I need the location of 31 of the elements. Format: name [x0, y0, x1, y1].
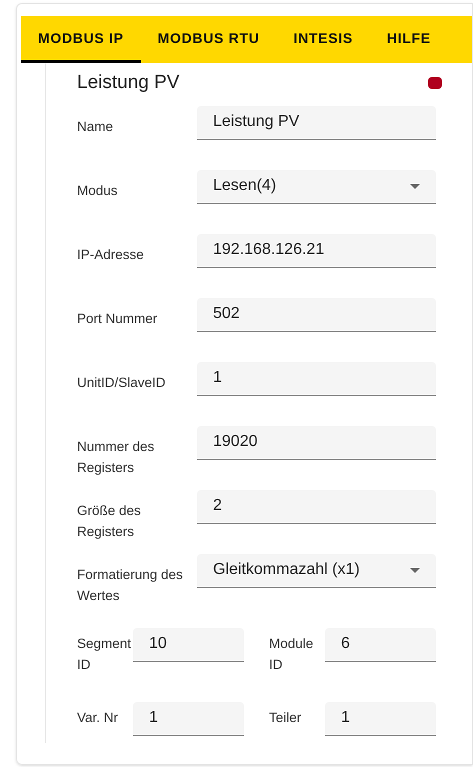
input-field[interactable]: 192.168.126.21: [197, 234, 436, 268]
tab[interactable]: MODBUS RTU: [140, 16, 277, 63]
input-field[interactable]: 1: [133, 702, 244, 736]
tab[interactable]: HILFE: [370, 16, 448, 63]
caret-icon: [410, 184, 420, 188]
field-label: UnitID/SlaveID: [77, 374, 167, 392]
field-label: Module ID: [269, 634, 314, 674]
field-label: Teiler: [269, 708, 302, 726]
field-label: IP-Adresse: [77, 246, 145, 264]
input-field[interactable]: 1: [197, 362, 436, 396]
input-field[interactable]: 10: [133, 628, 244, 662]
select-field[interactable]: Lesen(4): [197, 170, 436, 204]
caret-icon: [410, 568, 420, 572]
field-label: Port Nummer: [77, 310, 158, 328]
field-label: Name: [77, 118, 114, 136]
input-field[interactable]: 2: [197, 490, 436, 524]
tab[interactable]: MODBUS IP: [21, 16, 141, 63]
input-field[interactable]: 502: [197, 298, 436, 332]
tab[interactable]: INTESIS: [276, 16, 370, 63]
panel-title: Leistung PV: [77, 71, 180, 95]
field-label: Größe des Registers: [77, 502, 142, 541]
field-label: Formatierung des Wertes: [77, 566, 184, 604]
input-field[interactable]: 6: [325, 628, 436, 662]
field-label: Var. Nr: [77, 708, 120, 726]
input-field[interactable]: Leistung PV: [197, 106, 436, 140]
field-label: Nummer des Registers: [77, 438, 156, 477]
input-field[interactable]: 19020: [197, 426, 436, 460]
field-label: Segment ID: [77, 634, 132, 674]
input-field[interactable]: 1: [325, 702, 436, 736]
field-label: Modus: [77, 182, 119, 200]
select-field[interactable]: Gleitkommazahl (x1): [197, 554, 436, 588]
